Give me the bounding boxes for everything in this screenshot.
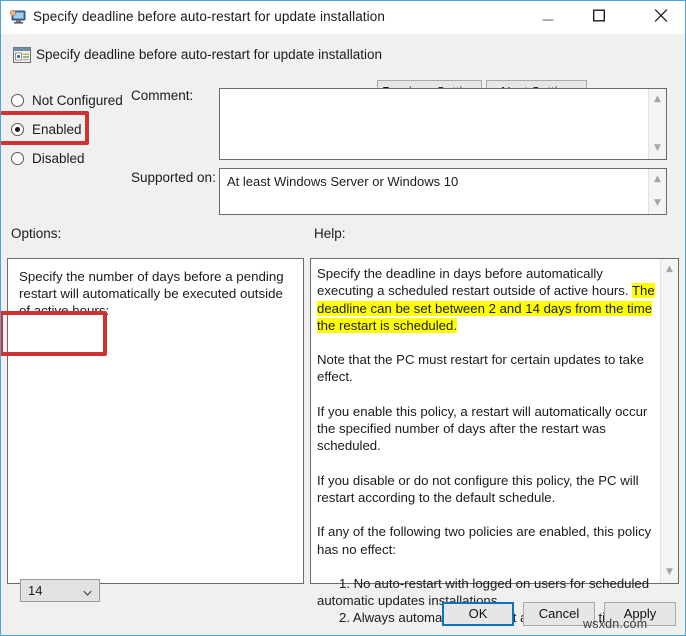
supported-on-value: At least Windows Server or Windows 10 [227, 174, 459, 189]
radio-mark-not-configured [11, 93, 24, 107]
computer-policy-icon [9, 9, 27, 26]
radio-label-disabled: Disabled [32, 150, 85, 166]
help-plain-text: Specify the deadline in days before auto… [317, 266, 632, 299]
radio-enabled[interactable]: Enabled [11, 118, 82, 140]
radio-mark-enabled [11, 122, 24, 136]
maximize-button[interactable] [576, 1, 621, 32]
help-label: Help: [314, 226, 346, 241]
help-paragraph: If any of the following two policies are… [317, 523, 655, 558]
help-paragraph: If you enable this policy, a restart wil… [317, 403, 655, 455]
help-panel: Specify the deadline in days before auto… [310, 258, 679, 625]
close-icon [654, 8, 667, 25]
scroll-up-icon[interactable]: ▲ [649, 91, 666, 108]
help-plain-text: Note that the PC must restart for certai… [317, 352, 644, 385]
scroll-down-icon[interactable]: ▼ [649, 140, 666, 157]
minimize-button[interactable] [525, 1, 570, 32]
minimize-icon [542, 9, 553, 24]
options-label: Options: [11, 226, 62, 241]
scroll-down-icon[interactable]: ▼ [649, 195, 666, 212]
scroll-down-icon[interactable]: ▼ [661, 564, 678, 581]
comment-scrollbar[interactable]: ▲ ▼ [648, 89, 666, 159]
ok-button[interactable]: OK [442, 602, 514, 626]
setting-title: Specify deadline before auto-restart for… [36, 47, 382, 62]
help-plain-text: If you disable or do not configure this … [317, 472, 639, 505]
help-paragraph: Specify the deadline in days before auto… [317, 265, 655, 334]
comment-input[interactable]: ▲ ▼ [219, 88, 667, 160]
watermark: wsxdn.com [583, 617, 648, 631]
scroll-up-icon[interactable]: ▲ [661, 261, 678, 278]
radio-label-enabled: Enabled [32, 121, 82, 137]
maximize-icon [592, 8, 605, 24]
days-before-restart-dropdown[interactable]: 14 [20, 579, 100, 602]
options-description: Specify the number of days before a pend… [19, 269, 284, 318]
help-paragraph: Note that the PC must restart for certai… [317, 351, 655, 386]
options-panel: Specify the number of days before a pend… [7, 258, 304, 602]
group-policy-setting-dialog: Specify deadline before auto-restart for… [0, 0, 686, 636]
setting-header: Specify deadline before auto-restart for… [2, 34, 685, 103]
help-scrollbar[interactable]: ▲ ▼ [660, 259, 678, 583]
window-title: Specify deadline before auto-restart for… [33, 9, 385, 24]
help-paragraph: If you disable or do not configure this … [317, 472, 655, 507]
supported-on-label: Supported on: [131, 170, 216, 185]
radio-not-configured[interactable]: Not Configured [11, 89, 123, 111]
help-text: Specify the deadline in days before auto… [317, 265, 655, 627]
radio-mark-disabled [11, 151, 24, 165]
chevron-down-icon [83, 585, 92, 596]
comment-label: Comment: [131, 88, 194, 103]
supported-on-field: At least Windows Server or Windows 10 ▲ … [219, 168, 667, 215]
supported-scrollbar[interactable]: ▲ ▼ [648, 169, 666, 214]
days-before-restart-value: 14 [28, 583, 43, 598]
help-plain-text: If any of the following two policies are… [317, 524, 652, 557]
scroll-up-icon[interactable]: ▲ [649, 171, 666, 188]
radio-label-not-configured: Not Configured [32, 92, 123, 108]
title-bar: Specify deadline before auto-restart for… [1, 1, 685, 34]
policy-setting-icon [12, 45, 32, 65]
close-button[interactable] [638, 1, 683, 32]
radio-disabled[interactable]: Disabled [11, 147, 85, 169]
help-plain-text: If you enable this policy, a restart wil… [317, 403, 648, 454]
